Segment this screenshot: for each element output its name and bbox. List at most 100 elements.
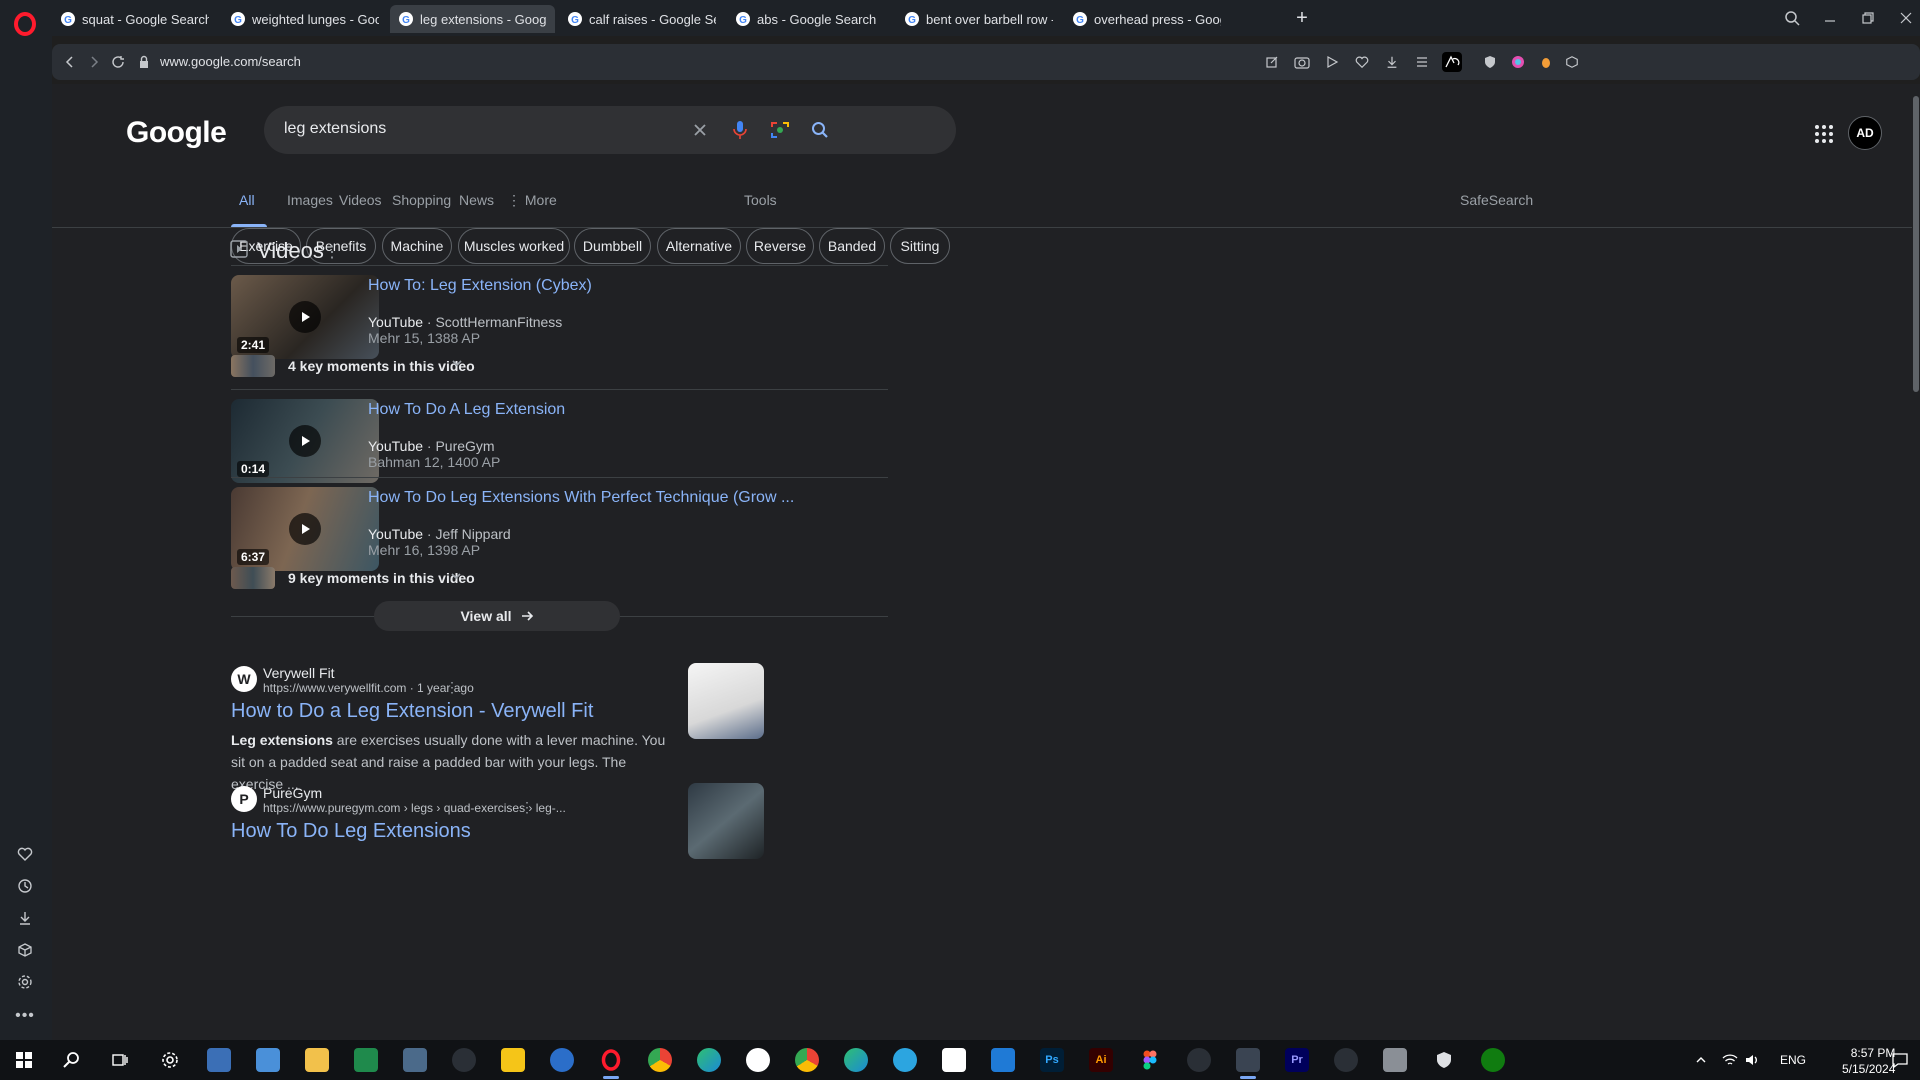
lock-icon[interactable]	[134, 52, 154, 72]
search-input[interactable]: leg extensions	[284, 120, 386, 138]
tab-all[interactable]: All	[239, 192, 255, 208]
vscode-app-icon[interactable]	[991, 1048, 1015, 1072]
videos-more-icon[interactable]: ⋮	[324, 242, 340, 262]
tab-news[interactable]: News	[459, 192, 494, 208]
play-icon[interactable]	[1322, 52, 1342, 72]
forward-arrow-icon[interactable]	[84, 52, 104, 72]
taskbar-search-icon[interactable]	[60, 1048, 84, 1072]
volume-icon[interactable]	[1744, 1048, 1760, 1072]
page-scrollbar[interactable]	[1912, 84, 1920, 1040]
chip-sitting[interactable]: Sitting	[890, 228, 950, 264]
eye-app-icon[interactable]	[1187, 1048, 1211, 1072]
chip-reverse[interactable]: Reverse	[746, 228, 814, 264]
chip-machine[interactable]: Machine	[382, 228, 452, 264]
xbox-app-icon[interactable]	[1481, 1048, 1505, 1072]
video-title-link[interactable]: How To: Leg Extension (Cybex)	[368, 277, 592, 295]
tools-button[interactable]: Tools	[744, 192, 777, 208]
video-title-link[interactable]: How To Do Leg Extensions With Perfect Te…	[368, 489, 794, 507]
obs-app-icon[interactable]	[1334, 1048, 1358, 1072]
edge-app-2-icon[interactable]	[844, 1048, 868, 1072]
result-more-icon[interactable]: ⋮	[520, 799, 534, 816]
download-icon[interactable]	[1382, 52, 1402, 72]
video-title-link[interactable]: How To Do A Leg Extension	[368, 401, 565, 419]
result-site-name[interactable]: Verywell Fit	[263, 665, 335, 681]
search-icon[interactable]	[808, 118, 832, 142]
file-explorer-icon[interactable]	[305, 1048, 329, 1072]
tab-bent-over-barbell-row[interactable]: G bent over barbell row - Go	[896, 5, 1061, 33]
tab-shopping[interactable]: Shopping	[392, 192, 451, 208]
chip-banded[interactable]: Banded	[819, 228, 885, 264]
opera-logo-icon[interactable]	[14, 12, 36, 36]
result-title-link[interactable]: How To Do Leg Extensions	[231, 820, 471, 843]
tray-chevron-up-icon[interactable]	[1694, 1048, 1708, 1072]
video-thumbnail[interactable]: 2:41	[231, 275, 379, 359]
video-thumbnail[interactable]: 6:37	[231, 487, 379, 571]
key-moments-toggle[interactable]: 9 key moments in this video	[288, 570, 475, 586]
settings-app-icon[interactable]	[158, 1048, 182, 1072]
chevron-down-icon[interactable]	[449, 569, 463, 583]
profile-logo-icon[interactable]	[1442, 52, 1462, 72]
restore-icon[interactable]	[1858, 8, 1878, 28]
google-apps-grid-icon[interactable]	[1812, 122, 1836, 146]
files-app-icon[interactable]	[256, 1048, 280, 1072]
result-site-name[interactable]: PureGym	[263, 785, 322, 801]
figma-app-icon[interactable]	[1138, 1048, 1162, 1072]
tab-more[interactable]: ⋮ More	[507, 192, 557, 209]
close-window-icon[interactable]	[1896, 8, 1916, 28]
tab-calf-raises[interactable]: G calf raises - Google Search	[559, 5, 724, 33]
security-shield-icon[interactable]	[1432, 1048, 1456, 1072]
chip-dumbbell[interactable]: Dumbbell	[574, 228, 651, 264]
account-avatar[interactable]: AD	[1848, 116, 1882, 150]
downloads-icon[interactable]	[13, 906, 37, 930]
edge-app-icon[interactable]	[697, 1048, 721, 1072]
history-icon[interactable]	[13, 874, 37, 898]
photos-app-icon[interactable]	[942, 1048, 966, 1072]
tab-weighted-lunges[interactable]: G weighted lunges - Google	[222, 5, 387, 33]
more-dots-icon[interactable]: •••	[13, 1004, 37, 1028]
camera-icon[interactable]	[1292, 52, 1312, 72]
minimize-icon[interactable]	[1820, 8, 1840, 28]
result-thumbnail[interactable]	[688, 663, 764, 739]
task-view-icon[interactable]	[108, 1048, 132, 1072]
tab-videos[interactable]: Videos	[339, 192, 382, 208]
lens-search-icon[interactable]	[768, 118, 792, 142]
opera-gx-app-icon[interactable]	[746, 1048, 770, 1072]
settings-gear-icon[interactable]	[13, 970, 37, 994]
gray-app-icon[interactable]	[1383, 1048, 1407, 1072]
tab-search-icon[interactable]	[1782, 8, 1802, 28]
url-field[interactable]: www.google.com/search	[160, 54, 301, 69]
edit-icon[interactable]	[1262, 52, 1282, 72]
scrollbar-thumb[interactable]	[1913, 96, 1919, 392]
color-extension-icon[interactable]	[1508, 52, 1528, 72]
key-moments-toggle[interactable]: 4 key moments in this video	[288, 358, 475, 374]
photoshop-app-icon[interactable]: Ps	[1040, 1048, 1064, 1072]
result-more-icon[interactable]: ⋮	[445, 679, 459, 696]
outlook-app-icon[interactable]	[207, 1048, 231, 1072]
reload-icon[interactable]	[108, 52, 128, 72]
tab-abs[interactable]: G abs - Google Search	[727, 5, 892, 33]
illustrator-app-icon[interactable]: Ai	[1089, 1048, 1113, 1072]
tab-overhead-press[interactable]: G overhead press - Google S	[1064, 5, 1229, 33]
heart-icon[interactable]	[13, 842, 37, 866]
active-app-icon[interactable]	[1236, 1048, 1260, 1072]
tab-squat[interactable]: G squat - Google Search	[52, 5, 217, 33]
tab-leg-extensions[interactable]: G leg extensions - Google S	[390, 5, 555, 33]
extensions-cube-icon[interactable]	[13, 938, 37, 962]
wifi-icon[interactable]	[1722, 1048, 1738, 1072]
sticky-notes-icon[interactable]	[501, 1048, 525, 1072]
notifications-icon[interactable]	[1888, 1048, 1912, 1072]
chip-muscles-worked[interactable]: Muscles worked	[458, 228, 570, 264]
easy-setup-icon[interactable]	[1412, 52, 1432, 72]
chrome-app-2-icon[interactable]	[795, 1048, 819, 1072]
google-logo[interactable]: Google	[126, 116, 227, 150]
result-title-link[interactable]: How to Do a Leg Extension - Verywell Fit	[231, 700, 593, 723]
opera-app-icon[interactable]	[599, 1048, 623, 1072]
new-tab-button[interactable]: +	[1292, 7, 1312, 29]
extensions-icon[interactable]	[1562, 52, 1582, 72]
excel-app-icon[interactable]	[354, 1048, 378, 1072]
steam-app-icon[interactable]	[452, 1048, 476, 1072]
premiere-app-icon[interactable]: Pr	[1285, 1048, 1309, 1072]
shield-extension-icon[interactable]	[1480, 52, 1500, 72]
heart-bookmark-icon[interactable]	[1352, 52, 1372, 72]
result-url[interactable]: https://www.verywellfit.com · 1 year ago	[263, 681, 474, 695]
